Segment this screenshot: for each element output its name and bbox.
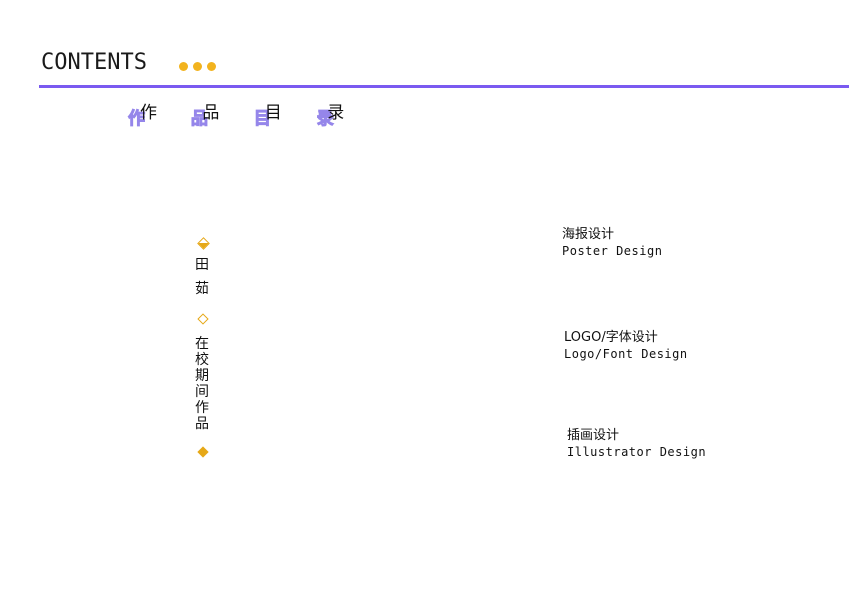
menu-item-cn: LOGO/字体设计 — [564, 330, 658, 345]
menu-item-en: Poster Design — [562, 244, 663, 258]
school-char: 校 — [195, 352, 209, 368]
school-char: 在 — [195, 336, 209, 352]
school-char: 品 — [195, 416, 209, 432]
menu-item-poster[interactable]: 海报设计 Poster Design — [562, 226, 662, 260]
left-column: 田 茹 在 校 期 间 作 品 — [195, 235, 215, 458]
dot-icon — [207, 62, 216, 71]
menu-item-en: Logo/Font Design — [564, 347, 688, 361]
diamond-icon — [197, 237, 210, 250]
menu-item-cn: 海报设计 — [562, 227, 615, 242]
subtitle: 作 品 目 录 — [140, 103, 365, 123]
decorative-dots — [179, 62, 216, 71]
school-char: 期 — [195, 368, 209, 384]
name-char: 田 — [195, 257, 209, 273]
diamond-outline-icon — [197, 313, 209, 325]
name-char: 茹 — [195, 281, 209, 297]
school-char: 间 — [195, 384, 209, 400]
menu-item-logo[interactable]: LOGO/字体设计 Logo/Font Design — [564, 329, 688, 363]
dot-icon — [193, 62, 202, 71]
menu-item-en: Illustrator Design — [567, 445, 707, 459]
menu-item-illustrator[interactable]: 插画设计 Illustrator Design — [567, 427, 706, 461]
subtitle-block: 作 品 目 录 作 品 目 录 — [128, 98, 345, 134]
header-divider — [39, 85, 849, 88]
school-char: 作 — [195, 400, 209, 416]
dot-icon — [179, 62, 188, 71]
page-title: CONTENTS — [41, 50, 147, 75]
diamond-filled-icon — [197, 446, 209, 458]
menu-item-cn: 插画设计 — [567, 428, 620, 443]
